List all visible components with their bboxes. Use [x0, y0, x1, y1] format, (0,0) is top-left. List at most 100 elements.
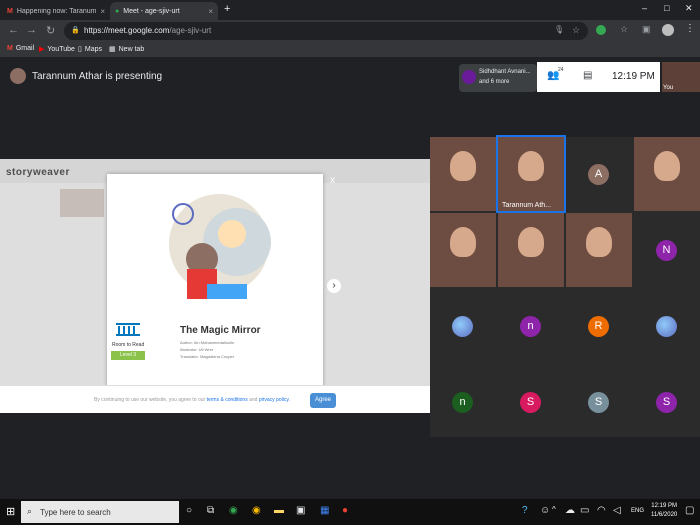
- illustrator-credit: Illustrator: Uti Wrer: [180, 347, 214, 352]
- browser-tab-bar: M Happening now: Taranum Athar × ● Meet …: [0, 0, 700, 20]
- self-view-tile[interactable]: You: [662, 62, 700, 92]
- battery-icon[interactable]: ▭: [580, 505, 589, 516]
- tab-meet[interactable]: ● Meet - age-sjiv-urt ×: [110, 2, 218, 20]
- bookmark-gmail[interactable]: M Gmail: [7, 45, 34, 52]
- collections-icon[interactable]: ▣: [642, 24, 651, 35]
- next-arrow-icon[interactable]: ›: [327, 279, 341, 293]
- participant-video: [586, 227, 612, 257]
- agree-button[interactable]: Agree: [310, 393, 336, 408]
- store-icon[interactable]: ▣: [296, 505, 305, 516]
- menu-icon[interactable]: ⋮: [685, 23, 695, 34]
- terms-link[interactable]: terms & conditions: [207, 397, 248, 403]
- participant-tile[interactable]: n: [498, 289, 564, 363]
- close-window-icon[interactable]: ✕: [685, 3, 693, 14]
- chrome-icon[interactable]: ◉: [252, 505, 261, 516]
- participant-tile[interactable]: A: [566, 137, 632, 211]
- participant-video: [450, 151, 476, 181]
- participant-tile[interactable]: [634, 289, 700, 363]
- participants-preview[interactable]: Sidhdhant Avnani... and 6 more: [459, 64, 537, 92]
- participant-tile[interactable]: [430, 137, 496, 211]
- chevron-up-icon[interactable]: ^: [552, 505, 556, 514]
- minimize-icon[interactable]: –: [642, 3, 647, 13]
- participant-initial-avatar: S: [656, 392, 677, 413]
- translator-credit: Translator: Magdalena Cooper: [180, 354, 235, 359]
- task-view-icon[interactable]: ⧉: [207, 505, 214, 516]
- participant-tile[interactable]: Tarannum Ath...: [496, 135, 566, 213]
- cortana-icon[interactable]: ○: [186, 505, 192, 516]
- participant-tile[interactable]: [430, 213, 496, 287]
- participant-tile[interactable]: [566, 213, 632, 287]
- participant-grid: Tarannum Ath... A Nn Rn S S S: [430, 135, 700, 439]
- meet-window: Tarannum Athar is presenting Sidhdhant A…: [0, 58, 700, 499]
- participant-tile[interactable]: n: [430, 365, 496, 439]
- participant-video: [518, 151, 544, 181]
- folder-icon[interactable]: ▬: [274, 505, 284, 516]
- participant-tile[interactable]: R: [566, 289, 632, 363]
- participant-initial-avatar: N: [656, 240, 677, 261]
- close-icon[interactable]: x: [330, 175, 335, 186]
- bookmark-maps[interactable]: ▯ Maps: [78, 45, 102, 54]
- windows-start-icon[interactable]: ⊞: [6, 505, 15, 518]
- language-indicator[interactable]: ENG: [631, 508, 644, 514]
- close-tab-icon[interactable]: ×: [100, 7, 105, 16]
- extension-icon[interactable]: [596, 25, 606, 35]
- participant-initial-avatar: A: [588, 164, 609, 185]
- participant-more: and 6 more: [479, 79, 510, 85]
- youtube-icon: ▶: [39, 46, 45, 53]
- microphone-icon[interactable]: 🎙: [554, 25, 564, 34]
- presentation-view: storyweaver Room to Read Level 3 The Mag…: [0, 159, 430, 413]
- wifi-icon[interactable]: ◠: [597, 505, 606, 516]
- bookmark-youtube[interactable]: ▶ YouTube: [39, 45, 75, 54]
- participant-photo-avatar: [656, 316, 677, 337]
- help-icon[interactable]: ?: [522, 505, 528, 516]
- publisher-name: Room to Read: [112, 342, 145, 348]
- participant-tile[interactable]: S: [498, 365, 564, 439]
- taskbar-search-input[interactable]: ⌕ Type here to search: [21, 501, 179, 523]
- participant-tile[interactable]: [430, 289, 496, 363]
- book-cover-illustration: [169, 194, 271, 299]
- participant-name: Sidhdhant Avnani...: [479, 69, 531, 75]
- notification-icon[interactable]: ▢: [685, 505, 694, 516]
- volume-icon[interactable]: ◁: [613, 505, 621, 516]
- self-label: You: [663, 85, 674, 91]
- close-tab-icon[interactable]: ×: [208, 7, 213, 16]
- book-title: The Magic Mirror: [180, 325, 261, 336]
- participant-tile[interactable]: S: [566, 365, 632, 439]
- url-input[interactable]: 🔒 https://meet.google.com/age-sjiv-urt 🎙…: [64, 22, 588, 40]
- participant-video: [518, 227, 544, 257]
- edge-icon[interactable]: ◉: [229, 505, 238, 516]
- chat-icon[interactable]: ▤: [583, 70, 592, 81]
- grid-icon: ▦: [109, 46, 116, 53]
- participant-count: 24: [558, 67, 564, 73]
- gmail-icon: M: [7, 7, 13, 15]
- reload-icon[interactable]: ↻: [46, 24, 55, 37]
- star-icon[interactable]: ☆: [572, 25, 580, 36]
- search-placeholder: Type here to search: [40, 508, 111, 517]
- avatar: [10, 68, 26, 84]
- participant-photo-avatar: [452, 316, 473, 337]
- participant-tile[interactable]: N: [634, 213, 700, 287]
- document-icon: ▯: [78, 46, 82, 53]
- participant-tile[interactable]: [498, 213, 564, 287]
- privacy-link[interactable]: privacy policy.: [259, 397, 290, 403]
- tab-happening-now[interactable]: M Happening now: Taranum Athar ×: [2, 2, 110, 20]
- new-tab-button[interactable]: +: [224, 3, 230, 15]
- cloud-icon[interactable]: ☁: [565, 505, 575, 516]
- participant-tile[interactable]: S: [634, 365, 700, 439]
- system-clock[interactable]: 12:19 PM 11/6/2020: [651, 502, 677, 520]
- profile-avatar[interactable]: [662, 24, 674, 36]
- back-icon[interactable]: ←: [8, 24, 19, 36]
- person-icon[interactable]: ☺: [540, 505, 550, 516]
- forward-icon[interactable]: →: [26, 24, 37, 36]
- word-icon[interactable]: ▦: [320, 505, 329, 516]
- participant-initial-avatar: R: [588, 316, 609, 337]
- meet-icon: ●: [115, 7, 120, 15]
- address-bar: ← → ↻ 🔒 https://meet.google.com/age-sjiv…: [0, 20, 700, 42]
- favorites-icon[interactable]: ☆: [620, 24, 628, 35]
- participant-initial-avatar: S: [520, 392, 541, 413]
- participant-video: [450, 227, 476, 257]
- app-icon[interactable]: ●: [342, 505, 348, 516]
- participant-tile[interactable]: [634, 137, 700, 211]
- maximize-icon[interactable]: □: [664, 3, 669, 13]
- bookmark-new-tab[interactable]: ▦ New tab: [109, 45, 144, 54]
